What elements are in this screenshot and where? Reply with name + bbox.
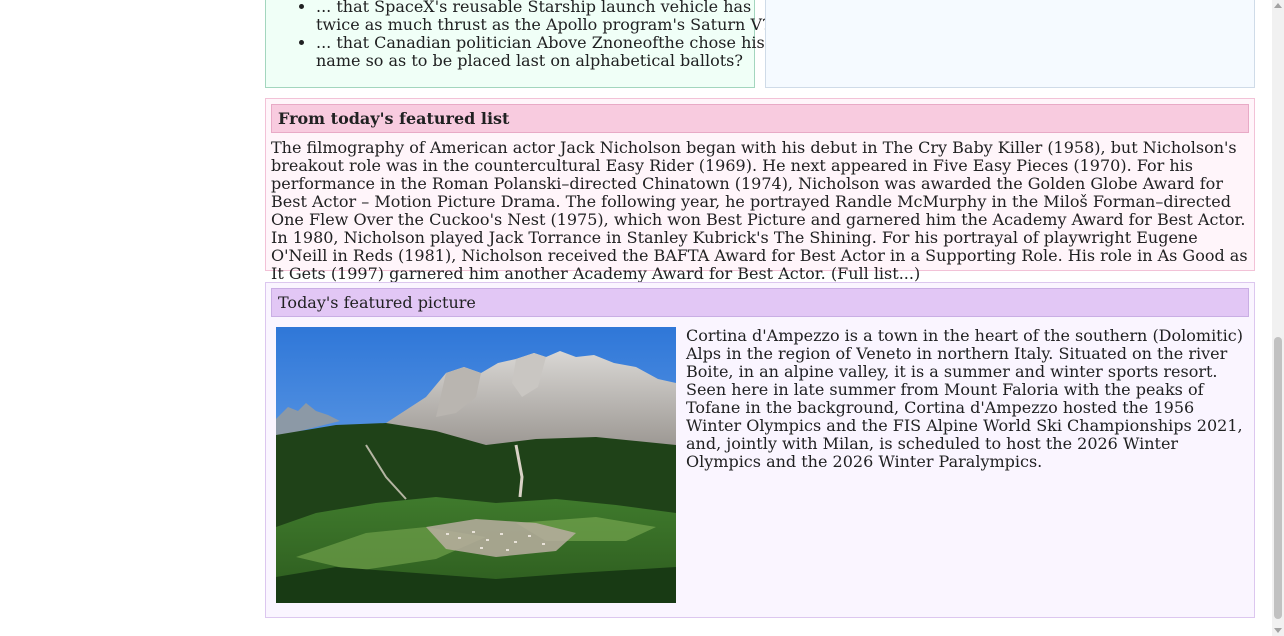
scroll-down-arrow-icon[interactable] xyxy=(1274,628,1282,633)
featured-list-heading: From today's featured list xyxy=(271,104,1249,133)
featured-picture-heading: Today's featured picture xyxy=(271,288,1249,317)
featured-list-body: The filmography of American actor Jack N… xyxy=(271,138,1248,283)
featured-picture-image[interactable] xyxy=(276,327,676,603)
list-item[interactable]: ... that Canadian politician Above Znone… xyxy=(316,34,784,70)
featured-picture-caption: Cortina d'Ampezzo is a town in the heart… xyxy=(686,326,1243,471)
featured-picture-section: Today's featured picture Cortina d'Ampez… xyxy=(265,282,1255,618)
did-you-know-list: ... that SpaceX's reusable Starship laun… xyxy=(266,0,784,70)
did-you-know-box: ... that SpaceX's reusable Starship laun… xyxy=(265,0,771,88)
featured-list-section: From today's featured list The filmograp… xyxy=(265,98,1255,283)
vertical-scrollbar[interactable] xyxy=(1272,0,1284,636)
full-list-link[interactable]: (Full list...) xyxy=(831,264,920,283)
on-this-day-box xyxy=(765,0,1255,88)
scrollbar-thumb[interactable] xyxy=(1274,337,1282,619)
featured-list-text: The filmography of American actor Jack N… xyxy=(271,139,1249,283)
list-item[interactable]: ... that SpaceX's reusable Starship laun… xyxy=(316,0,784,34)
scroll-up-arrow-icon[interactable] xyxy=(1274,3,1282,8)
